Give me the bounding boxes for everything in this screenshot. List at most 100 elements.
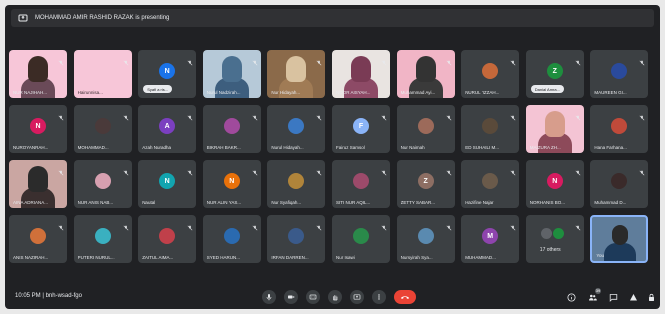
participant-tile[interactable]: Nursyirah Sya... [396,215,455,263]
participant-tile[interactable]: N Nautal [138,160,197,208]
participant-tile[interactable]: 17 others [525,215,584,263]
avatar: Z [546,63,563,79]
avatar: N [546,173,563,189]
mic-off-icon [58,53,64,66]
participant-tile[interactable]: Hana Farhana... [590,105,649,153]
mic-off-icon [446,218,452,231]
participant-tile[interactable]: MAIZURA ZH... [525,105,584,153]
mic-off-icon [639,163,645,176]
participant-name: Nautal [142,200,156,205]
mic-off-icon [252,108,258,121]
avatar [611,63,628,79]
participant-tile[interactable]: ZAITUL AIMA... [138,215,197,263]
lock-icon [648,293,654,301]
mic-off-icon [446,163,452,176]
mic-off-icon [58,108,64,121]
mic-off-icon [510,53,516,66]
participant-tile[interactable]: F Fairuz Samsol [332,105,390,153]
avatar: N [30,118,46,134]
participant-tile[interactable]: Nurul Hidayah... [267,105,326,153]
activities-button[interactable] [627,291,639,303]
participant-name: ANIS NAZIRAH... [13,255,49,260]
participant-tile[interactable]: Nur Isawi [332,215,390,263]
camera-button[interactable] [284,290,298,304]
mic-button[interactable] [262,290,276,304]
avatar [94,228,111,244]
participant-name: Fairuz Samsol [336,145,365,150]
participant-tile[interactable]: Z Danial Amra... [525,50,584,98]
participant-tile[interactable]: Z ZETTY SABAR... [396,160,455,208]
captions-button[interactable] [306,290,320,304]
participant-tile[interactable]: Muhammad Ayi... [396,50,455,98]
participant-tile[interactable]: Hazifine Najar [461,160,520,208]
participant-tile[interactable]: MAUREEN GI... [590,50,649,98]
participant-name: Nursyirah Sya... [400,255,433,260]
participant-tile[interactable]: N Syafi a ris... [138,50,197,98]
participant-name: SYED HARUN... [206,255,241,260]
avatar [288,118,305,134]
captions-icon [309,294,317,300]
participant-tile[interactable]: Nur Naimah [396,105,455,153]
participant-tile[interactable]: Nur Syafiqah... [267,160,326,208]
participant-tile[interactable]: IRFAN DARREN... [267,215,326,263]
mic-off-icon [252,53,258,66]
avatar [540,228,552,239]
participant-tile[interactable]: NURUL 'IZZAH... [461,50,520,98]
participant-name: NUR ALIN YAS... [206,200,242,205]
avatar: F [353,118,369,134]
participant-name: SITI NUR AQIL... [336,200,371,205]
self-video [612,225,629,245]
participant-name: Nur Isawi [336,255,355,260]
avatar [611,118,628,134]
participant-video [286,56,307,82]
mic-off-icon [316,53,322,66]
participant-tile[interactable]: MOHAMMAD... [73,105,132,153]
present-button[interactable] [350,290,364,304]
participant-tile[interactable]: NUR NAJIHAH... [9,50,67,98]
participant-name: NUROYANRAH... [13,145,49,150]
participant-tile[interactable]: AINA ADRIANA... [9,160,67,208]
avatar [417,118,434,134]
participant-tile[interactable]: N NORHANIS BO... [525,160,584,208]
participant-tile[interactable]: SYED HARUN... [202,215,261,263]
participant-tile[interactable]: NOOR AISYAH... [332,50,390,98]
self-view-tile[interactable]: You [590,215,649,263]
host-controls-button[interactable] [645,291,657,303]
avatar [353,173,369,189]
mic-off-icon [381,163,387,176]
avatar [552,228,564,239]
avatar [482,118,499,134]
people-button[interactable]: 39 [586,288,601,303]
participant-tile[interactable]: PUTERI NURUL... [73,215,132,263]
participant-video [351,56,371,82]
participant-video [415,56,436,82]
participant-count-badge: 39 [595,288,601,294]
participant-tile[interactable]: BIKRAH BAKR... [202,105,261,153]
participant-tile[interactable]: SITI NUR AQIL... [332,160,390,208]
participant-tile[interactable]: Hairunnisa... [73,50,132,98]
participant-tile[interactable]: Muhammad D... [590,160,649,208]
participant-tile[interactable]: A Azah Nuradha [138,105,197,153]
raise-hand-button[interactable] [328,290,342,304]
avatar: Z [417,173,434,189]
participant-tile[interactable]: M MUHAMMAD... [461,215,520,263]
participant-tile[interactable]: N NUROYANRAH... [9,105,67,153]
participant-name: Nurul Nadzirah... [206,90,241,95]
participant-tile[interactable]: Nurul Nadzirah... [202,50,261,98]
chat-button[interactable] [607,291,619,303]
participant-tile[interactable]: ED SUHAILI M... [461,105,520,153]
name-pill: Danial Amra... [530,85,564,93]
info-button[interactable] [565,291,577,303]
more-options-button[interactable] [372,290,386,304]
leave-call-button[interactable] [394,290,416,304]
participant-name: ZETTY SABAR... [400,200,436,205]
mic-off-icon [252,163,258,176]
participant-tile[interactable]: NUR ANIS NAB... [73,160,132,208]
participant-tile[interactable]: Nur Hidayah... [267,50,326,98]
participant-tile[interactable]: N NUR ALIN YAS... [202,160,261,208]
participant-tile[interactable]: ANIS NAZIRAH... [9,215,67,263]
participant-name: MUHAMMAD... [465,255,496,260]
participant-name: Hazifine Najar [465,200,494,205]
separator: | [42,293,44,299]
participant-name: MOHAMMAD... [77,145,109,150]
